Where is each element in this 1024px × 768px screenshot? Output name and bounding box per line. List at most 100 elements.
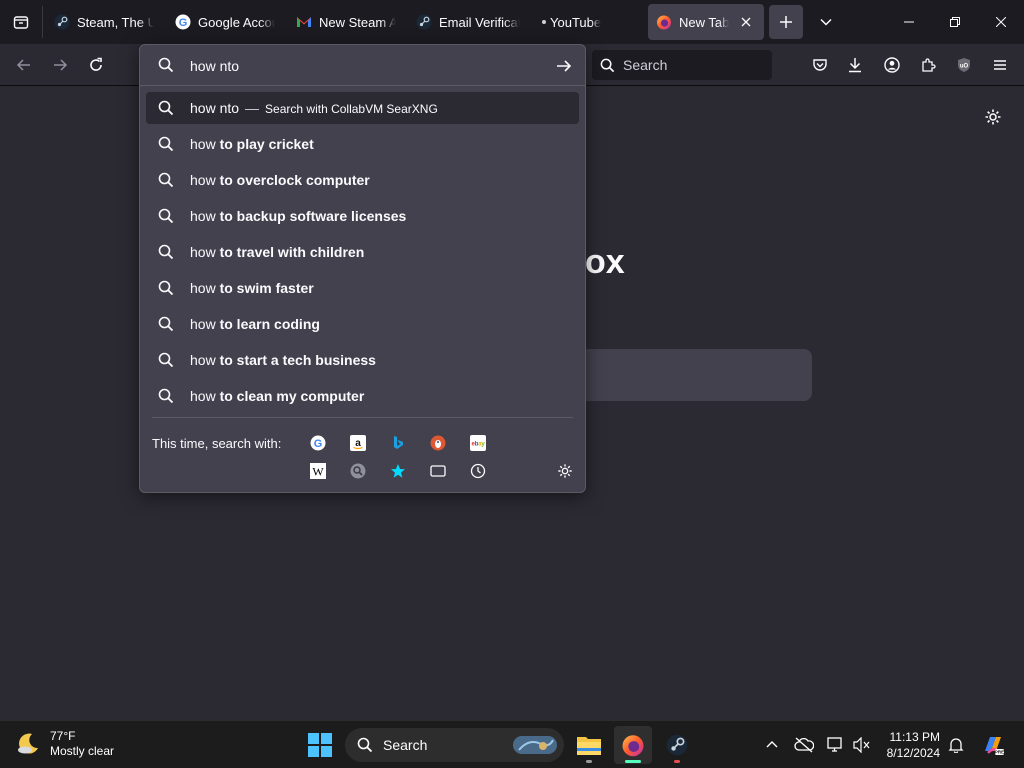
oneoff-history[interactable] [469,462,487,480]
go-button[interactable] [554,56,574,76]
suggestion-text: how to start a tech business [190,344,376,376]
search-settings-button[interactable] [556,462,574,480]
suggestion-item[interactable]: how to overclock computer [146,164,579,196]
urlbar-input[interactable]: how nto [190,55,530,77]
ublock-shield-icon: uO [958,58,970,72]
suggestion-item[interactable]: how to backup software licenses [146,200,579,232]
show-hidden-icons-button[interactable] [760,733,784,757]
tab-label: New Steam Ac [319,14,396,30]
suggestion-completion: to clean my computer [219,388,365,404]
suggestion-prefix: how [190,172,216,188]
tray-volume[interactable] [850,733,874,757]
account-button[interactable] [878,51,906,79]
pocket-button[interactable] [806,51,834,79]
tab-email-verification[interactable]: Email Verificat [416,4,520,40]
oneoff-amazon[interactable]: a [349,434,367,452]
suggestion-item[interactable]: how to learn coding [146,308,579,340]
gmail-icon [296,14,312,30]
minimize-button[interactable] [886,0,932,44]
oneoff-bookmarks[interactable] [389,462,407,480]
start-button[interactable] [306,731,334,759]
suggestion-prefix: how [190,280,216,296]
tab-steam[interactable]: Steam, The Ul [54,4,154,40]
restore-icon [950,17,960,27]
puzzle-icon [922,58,936,72]
oneoff-searxng[interactable] [349,462,367,480]
suggestion-prefix: how [190,208,216,224]
search-icon [158,57,174,73]
tab-icon [430,465,446,477]
taskbar-firefox[interactable] [614,726,652,764]
suggestion-item[interactable]: how to swim faster [146,272,579,304]
firefox-view-button[interactable] [8,8,34,36]
tray-display[interactable] [824,733,848,757]
result-separator: — [245,100,260,116]
oneoff-wikipedia[interactable]: W [309,462,327,480]
tab-label: Steam, The Ul [77,14,154,30]
suggestion-item[interactable]: how to travel with children [146,236,579,268]
taskbar-clock[interactable]: 11:13 PM 8/12/2024 [878,729,940,761]
duckduckgo-icon [430,435,446,451]
tab-youtube[interactable]: YouTube [540,4,630,40]
oneoff-ebay[interactable]: ebay [469,434,487,452]
newtab-search-box[interactable] [560,349,812,401]
notifications-button[interactable] [944,733,968,757]
heuristic-result[interactable]: how nto — Search with CollabVM SearXNG [146,92,579,124]
extensions-button[interactable] [914,51,942,79]
taskbar-steam[interactable] [658,726,696,764]
weather-widget[interactable]: 77°F Mostly clear [14,729,114,759]
clock-date: 8/12/2024 [886,746,940,760]
tab-google-account[interactable]: G Google Accou [175,4,275,40]
list-all-tabs-button[interactable] [812,8,840,36]
close-icon [996,17,1006,27]
copilot-button[interactable]: PRE [980,733,1006,757]
wikipedia-icon: W [310,463,326,479]
suggestion-text: how to backup software licenses [190,200,406,232]
hamburger-menu-icon [994,60,1006,70]
taskbar-file-explorer[interactable] [570,726,608,764]
weather-description: Mostly clear [50,744,115,758]
back-button[interactable] [10,51,38,79]
toolbar-search-box[interactable]: Search [592,50,772,80]
close-window-button[interactable] [978,0,1024,44]
forward-button[interactable] [46,51,74,79]
suggestion-item[interactable]: how to start a tech business [146,344,579,376]
suggestion-completion: to learn coding [219,316,320,332]
firefox-wordmark: ox [585,243,625,281]
ublock-origin-button[interactable]: uO [950,51,978,79]
new-tab-button[interactable] [769,5,803,39]
tab-gmail[interactable]: New Steam Ac [296,4,396,40]
close-tab-button[interactable] [738,14,754,30]
suggestion-item[interactable]: how to clean my computer [146,380,579,412]
tab-new-tab[interactable]: New Tab [648,4,764,40]
gear-icon [558,464,572,478]
oneoff-bing[interactable] [389,434,407,452]
tray-onedrive[interactable] [792,733,816,757]
taskbar-search-box[interactable]: Search [345,728,564,762]
folder-icon [577,737,601,755]
suggestion-item[interactable]: how to play cricket [146,128,579,160]
taskbar-search-label: Search [383,737,428,753]
arrow-right-icon [54,59,68,71]
amazon-icon: a [350,435,366,451]
suggestion-text: how to play cricket [190,128,314,160]
oneoff-duckduckgo[interactable] [429,434,447,452]
arrow-right-icon [557,60,572,72]
search-highlight-icon [513,736,557,754]
suggestion-text: how to learn coding [190,308,320,340]
suggestion-prefix: how [190,388,216,404]
search-icon [158,280,174,296]
downloads-button[interactable] [841,51,869,79]
search-icon [158,316,174,332]
app-menu-button[interactable] [986,51,1014,79]
firefox-icon [656,14,672,30]
reload-button[interactable] [82,51,110,79]
restore-button[interactable] [932,0,978,44]
cloud-off-icon [794,737,814,753]
oneoff-tabs[interactable] [429,462,447,480]
tab-separator [42,6,43,38]
minimize-icon [904,21,914,23]
newtab-settings-button[interactable] [982,106,1004,128]
oneoff-google[interactable]: G [309,434,327,452]
suggestion-text: how to swim faster [190,272,314,304]
